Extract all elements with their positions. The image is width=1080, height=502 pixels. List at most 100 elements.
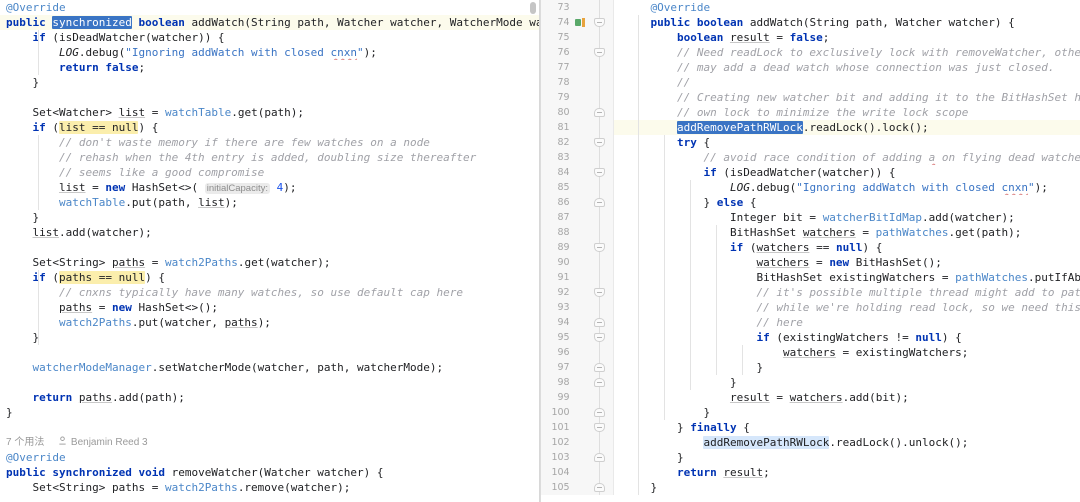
code-line[interactable]: 82 try {: [540, 135, 1080, 150]
code-line[interactable]: 100 }: [540, 405, 1080, 420]
code-line[interactable]: 94 // here: [540, 315, 1080, 330]
fold-column[interactable]: [587, 195, 613, 210]
fold-column[interactable]: [587, 300, 613, 315]
code-line[interactable]: }: [0, 405, 539, 420]
code-line[interactable]: 81 addRemovePathRWLock.readLock().lock()…: [540, 120, 1080, 135]
usages-inlay-hint[interactable]: 7 个用法 Benjamin Reed 3: [0, 435, 539, 450]
right-gutter-cell[interactable]: 85: [540, 180, 614, 195]
fold-toggle-icon[interactable]: [594, 333, 606, 342]
fold-column[interactable]: [587, 405, 613, 420]
code-line[interactable]: if (isDeadWatcher(watcher)) {: [0, 30, 539, 45]
fold-column[interactable]: [587, 90, 613, 105]
fold-column[interactable]: [587, 330, 613, 345]
fold-toggle-icon[interactable]: [594, 318, 606, 327]
right-gutter-cell[interactable]: 76: [540, 45, 614, 60]
code-line[interactable]: [0, 345, 539, 360]
code-line[interactable]: 91 BitHashSet existingWatchers = pathWat…: [540, 270, 1080, 285]
code-line[interactable]: // rehash when the 4th entry is added, d…: [0, 150, 539, 165]
code-line[interactable]: 74 public boolean addWatch(String path, …: [540, 15, 1080, 30]
right-editor-pane[interactable]: 73 @Override 74 public boolean addWatch(S…: [540, 0, 1080, 502]
right-gutter-cell[interactable]: 79: [540, 90, 614, 105]
right-gutter-cell[interactable]: 95: [540, 330, 614, 345]
fold-column[interactable]: [587, 75, 613, 90]
fold-column[interactable]: [587, 480, 613, 495]
code-line[interactable]: if (paths == null) {: [0, 270, 539, 285]
code-line[interactable]: paths = new HashSet<>();: [0, 300, 539, 315]
left-code-area[interactable]: @Override public synchronized boolean add…: [0, 0, 539, 502]
right-gutter-cell[interactable]: 93: [540, 300, 614, 315]
fold-column[interactable]: [587, 390, 613, 405]
right-gutter-cell[interactable]: 81: [540, 120, 614, 135]
code-line[interactable]: 93 // while we're holding read lock, so …: [540, 300, 1080, 315]
right-gutter-cell[interactable]: 90: [540, 255, 614, 270]
right-gutter-cell[interactable]: 96: [540, 345, 614, 360]
fold-toggle-icon[interactable]: [594, 378, 606, 387]
code-line[interactable]: 97 }: [540, 360, 1080, 375]
right-gutter-cell[interactable]: 75: [540, 30, 614, 45]
right-gutter-cell[interactable]: 87: [540, 210, 614, 225]
author-label[interactable]: Benjamin Reed 3: [71, 435, 148, 450]
code-line[interactable]: LOG.debug("Ignoring addWatch with closed…: [0, 45, 539, 60]
right-gutter-cell[interactable]: 84: [540, 165, 614, 180]
code-line[interactable]: watcherModeManager.setWatcherMode(watche…: [0, 360, 539, 375]
right-gutter-cell[interactable]: 104: [540, 465, 614, 480]
fold-column[interactable]: [587, 30, 613, 45]
fold-column[interactable]: [587, 150, 613, 165]
fold-column[interactable]: [587, 360, 613, 375]
code-line[interactable]: 75 boolean result = false;: [540, 30, 1080, 45]
right-gutter-cell[interactable]: 73: [540, 0, 614, 15]
code-line[interactable]: 83 // avoid race condition of adding a o…: [540, 150, 1080, 165]
right-gutter-cell[interactable]: 77: [540, 60, 614, 75]
code-line[interactable]: list = new HashSet<>( initialCapacity: 4…: [0, 180, 539, 195]
fold-column[interactable]: [587, 60, 613, 75]
left-pane-scrollbar-thumb[interactable]: [530, 2, 536, 14]
right-gutter-cell[interactable]: 88: [540, 225, 614, 240]
code-line[interactable]: Set<Watcher> list = watchTable.get(path)…: [0, 105, 539, 120]
right-gutter-cell[interactable]: 94: [540, 315, 614, 330]
code-line[interactable]: 77 // may add a dead watch whose connect…: [540, 60, 1080, 75]
fold-column[interactable]: [587, 210, 613, 225]
code-line[interactable]: Set<String> paths = watch2Paths.get(watc…: [0, 255, 539, 270]
code-line[interactable]: watch2Paths.put(watcher, paths);: [0, 315, 539, 330]
code-line[interactable]: public synchronized void removeWatcher(W…: [0, 465, 539, 480]
fold-column[interactable]: [587, 450, 613, 465]
code-line[interactable]: 88 BitHashSet watchers = pathWatches.get…: [540, 225, 1080, 240]
fold-column[interactable]: [587, 375, 613, 390]
code-line[interactable]: @Override: [0, 450, 539, 465]
code-line[interactable]: return paths.add(path);: [0, 390, 539, 405]
code-line[interactable]: if (list == null) {: [0, 120, 539, 135]
code-line[interactable]: return false;: [0, 60, 539, 75]
fold-toggle-icon[interactable]: [594, 423, 606, 432]
usages-count-label[interactable]: 7 个用法: [6, 435, 44, 450]
code-line[interactable]: 98 }: [540, 375, 1080, 390]
right-gutter-cell[interactable]: 91: [540, 270, 614, 285]
fold-column[interactable]: [587, 465, 613, 480]
code-line[interactable]: 105 }: [540, 480, 1080, 495]
code-line[interactable]: [0, 375, 539, 390]
fold-toggle-icon[interactable]: [594, 168, 606, 177]
code-line[interactable]: }: [0, 75, 539, 90]
fold-toggle-icon[interactable]: [594, 48, 606, 57]
code-line[interactable]: // seems like a good compromise: [0, 165, 539, 180]
code-line[interactable]: 76 // Need readLock to exclusively lock …: [540, 45, 1080, 60]
fold-toggle-icon[interactable]: [594, 138, 606, 147]
code-line[interactable]: 79 // Creating new watcher bit and addin…: [540, 90, 1080, 105]
method-overrides-icon[interactable]: [574, 15, 588, 30]
code-line[interactable]: 99 result = watchers.add(bit);: [540, 390, 1080, 405]
fold-toggle-icon[interactable]: [594, 243, 606, 252]
fold-column[interactable]: [587, 15, 613, 30]
code-line[interactable]: 78 //: [540, 75, 1080, 90]
fold-toggle-icon[interactable]: [594, 363, 606, 372]
code-line[interactable]: // cnxns typically have many watches, so…: [0, 285, 539, 300]
code-line[interactable]: 103 }: [540, 450, 1080, 465]
right-gutter-cell[interactable]: 101: [540, 420, 614, 435]
fold-column[interactable]: [587, 345, 613, 360]
code-line[interactable]: list.add(watcher);: [0, 225, 539, 240]
right-gutter-cell[interactable]: 97: [540, 360, 614, 375]
right-gutter-cell[interactable]: 86: [540, 195, 614, 210]
code-line[interactable]: 84 if (isDeadWatcher(watcher)) {: [540, 165, 1080, 180]
right-gutter-cell[interactable]: 99: [540, 390, 614, 405]
code-line[interactable]: 101 } finally {: [540, 420, 1080, 435]
right-gutter-cell[interactable]: 83: [540, 150, 614, 165]
code-line[interactable]: // don't waste memory if there are few w…: [0, 135, 539, 150]
